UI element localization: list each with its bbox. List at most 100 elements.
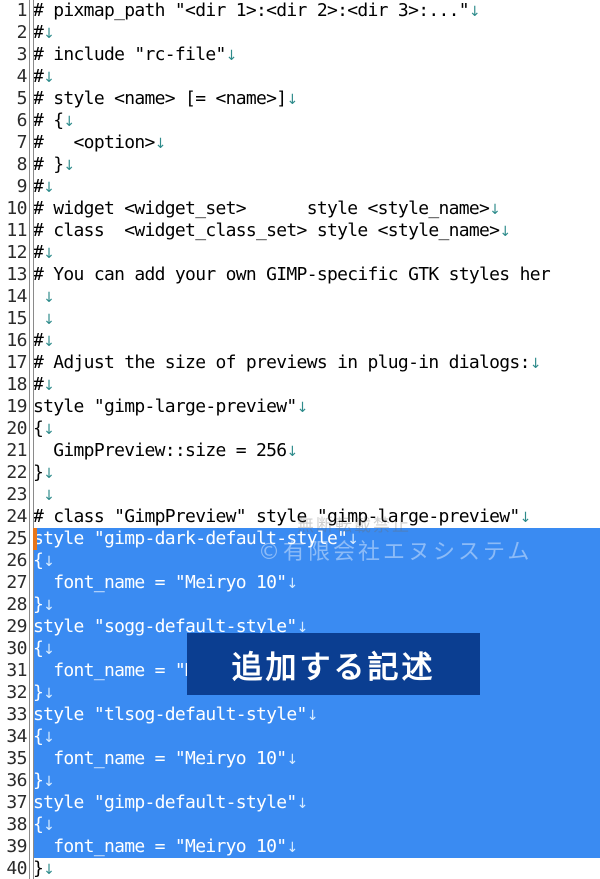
code-line[interactable]: ↓ bbox=[33, 286, 55, 308]
code-line[interactable]: }↓ bbox=[33, 682, 55, 704]
line-number: 31 bbox=[6, 660, 27, 681]
eol-mark-icon: ↓ bbox=[43, 26, 55, 42]
code-line[interactable]: {↓ bbox=[33, 814, 55, 836]
line-number: 35 bbox=[6, 748, 27, 769]
code-line-text: # class "GimpPreview" style "gimp-large-… bbox=[33, 506, 520, 527]
eol-mark-icon: ↓ bbox=[286, 752, 299, 768]
code-line[interactable]: font_name = "Meiryo 10"↓ bbox=[33, 748, 298, 770]
code-line[interactable]: # }↓ bbox=[33, 154, 75, 176]
code-line[interactable]: {↓ bbox=[33, 418, 55, 440]
line-number: 18 bbox=[6, 374, 27, 395]
eol-mark-icon: ↓ bbox=[296, 400, 309, 416]
code-line[interactable]: GimpPreview::size = 256↓ bbox=[33, 440, 298, 462]
code-line[interactable]: font_name = "Meiryo 10"↓ bbox=[33, 572, 298, 594]
code-line-text: # include "rc-file" bbox=[33, 44, 226, 65]
line-number: 30 bbox=[6, 638, 27, 659]
code-line[interactable]: {↓ bbox=[33, 726, 55, 748]
line-number: 23 bbox=[6, 484, 27, 505]
code-line-text: } bbox=[33, 682, 44, 703]
code-line[interactable]: ↓ bbox=[33, 308, 55, 330]
code-line[interactable]: # style <name> [= <name>]↓ bbox=[33, 88, 298, 110]
code-line-text: # bbox=[33, 66, 44, 87]
code-line-text: style "gimp-large-preview" bbox=[33, 396, 297, 417]
code-line[interactable]: }↓ bbox=[33, 770, 55, 792]
code-line-text: # bbox=[33, 22, 44, 43]
text-editor-view[interactable]: # pixmap_path "<dir 1>:<dir 2>:<dir 3>:.… bbox=[0, 0, 600, 879]
code-line[interactable]: #↓ bbox=[33, 176, 55, 198]
line-number: 24 bbox=[6, 506, 27, 527]
annotation-callout-label: 追加する記述 bbox=[231, 649, 436, 686]
line-number: 12 bbox=[6, 242, 27, 263]
code-line[interactable]: }↓ bbox=[33, 858, 55, 879]
code-line[interactable]: # class <widget_class_set> style <style_… bbox=[33, 220, 511, 242]
code-line[interactable]: font_name = "Meiryo 10"↓ bbox=[33, 836, 298, 858]
annotation-callout-box: 追加する記述 bbox=[187, 633, 480, 695]
eol-mark-icon: ↓ bbox=[468, 4, 481, 20]
code-line[interactable]: #↓ bbox=[33, 66, 55, 88]
code-line-text: { bbox=[33, 814, 44, 835]
code-line[interactable]: #↓ bbox=[33, 242, 55, 264]
code-line-text: { bbox=[33, 726, 44, 747]
gutter-divider bbox=[29, 0, 34, 879]
text-caret bbox=[33, 528, 37, 550]
code-line-text: { bbox=[33, 550, 44, 571]
eol-mark-icon: ↓ bbox=[286, 92, 299, 108]
code-line[interactable]: {↓ bbox=[33, 550, 55, 572]
eol-mark-icon: ↓ bbox=[63, 114, 76, 130]
code-line-text: { bbox=[33, 638, 44, 659]
line-number: 6 bbox=[16, 110, 28, 131]
line-number: 10 bbox=[6, 198, 27, 219]
code-line-text: font_name = "Meiryo 10" bbox=[33, 572, 287, 593]
code-line[interactable]: # widget <widget_set> style <style_name>… bbox=[33, 198, 501, 220]
eol-mark-icon: ↓ bbox=[347, 532, 359, 548]
eol-mark-icon: ↓ bbox=[43, 180, 55, 196]
eol-mark-icon: ↓ bbox=[286, 444, 299, 460]
code-line-text: } bbox=[33, 770, 44, 791]
code-line[interactable]: # {↓ bbox=[33, 110, 75, 132]
code-line[interactable]: style "tlsog-default-style"↓ bbox=[33, 704, 318, 726]
eol-mark-icon: ↓ bbox=[43, 378, 55, 394]
code-line[interactable]: # class "GimpPreview" style "gimp-large-… bbox=[33, 506, 531, 528]
line-number: 40 bbox=[6, 858, 27, 879]
code-line[interactable]: # <option>↓ bbox=[33, 132, 166, 154]
code-line[interactable]: {↓ bbox=[33, 638, 55, 660]
code-line[interactable]: # Adjust the size of previews in plug-in… bbox=[33, 352, 541, 374]
eol-mark-icon: ↓ bbox=[43, 290, 55, 306]
line-number: 8 bbox=[16, 154, 28, 175]
line-number: 4 bbox=[16, 66, 28, 87]
line-number: 29 bbox=[6, 616, 27, 637]
eol-mark-icon: ↓ bbox=[529, 356, 542, 372]
code-line[interactable]: #↓ bbox=[33, 22, 55, 44]
code-line[interactable]: }↓ bbox=[33, 594, 55, 616]
code-line[interactable]: #↓ bbox=[33, 374, 55, 396]
line-number: 5 bbox=[16, 88, 28, 109]
line-number: 2 bbox=[16, 22, 28, 43]
code-line[interactable]: # include "rc-file"↓ bbox=[33, 44, 237, 66]
code-line[interactable]: # You can add your own GIMP-specific GTK… bbox=[33, 264, 551, 286]
code-line[interactable]: ↓ bbox=[33, 484, 55, 506]
code-line[interactable]: style "gimp-dark-default-style"↓ bbox=[33, 528, 359, 550]
line-number: 34 bbox=[6, 726, 27, 747]
code-line[interactable]: style "gimp-large-preview"↓ bbox=[33, 396, 308, 418]
line-number: 21 bbox=[6, 440, 27, 461]
code-line[interactable]: # pixmap_path "<dir 1>:<dir 2>:<dir 3>:.… bbox=[33, 0, 481, 22]
eol-mark-icon: ↓ bbox=[519, 510, 532, 526]
code-text-area[interactable]: # pixmap_path "<dir 1>:<dir 2>:<dir 3>:.… bbox=[33, 0, 600, 879]
line-number: 15 bbox=[6, 308, 27, 329]
line-number: 33 bbox=[6, 704, 27, 725]
code-line-text: style "tlsog-default-style" bbox=[33, 704, 307, 725]
code-line[interactable]: #↓ bbox=[33, 330, 55, 352]
code-line-text: } bbox=[33, 594, 44, 615]
code-line[interactable]: style "gimp-default-style"↓ bbox=[33, 792, 308, 814]
eol-mark-icon: ↓ bbox=[43, 818, 55, 834]
code-line[interactable]: }↓ bbox=[33, 462, 55, 484]
eol-mark-icon: ↓ bbox=[43, 466, 55, 482]
code-line-text: # bbox=[33, 242, 44, 263]
line-number: 26 bbox=[6, 550, 27, 571]
eol-mark-icon: ↓ bbox=[43, 246, 55, 262]
code-line-text: # bbox=[33, 374, 44, 395]
eol-mark-icon: ↓ bbox=[43, 422, 55, 438]
code-line-text: # bbox=[33, 330, 44, 351]
